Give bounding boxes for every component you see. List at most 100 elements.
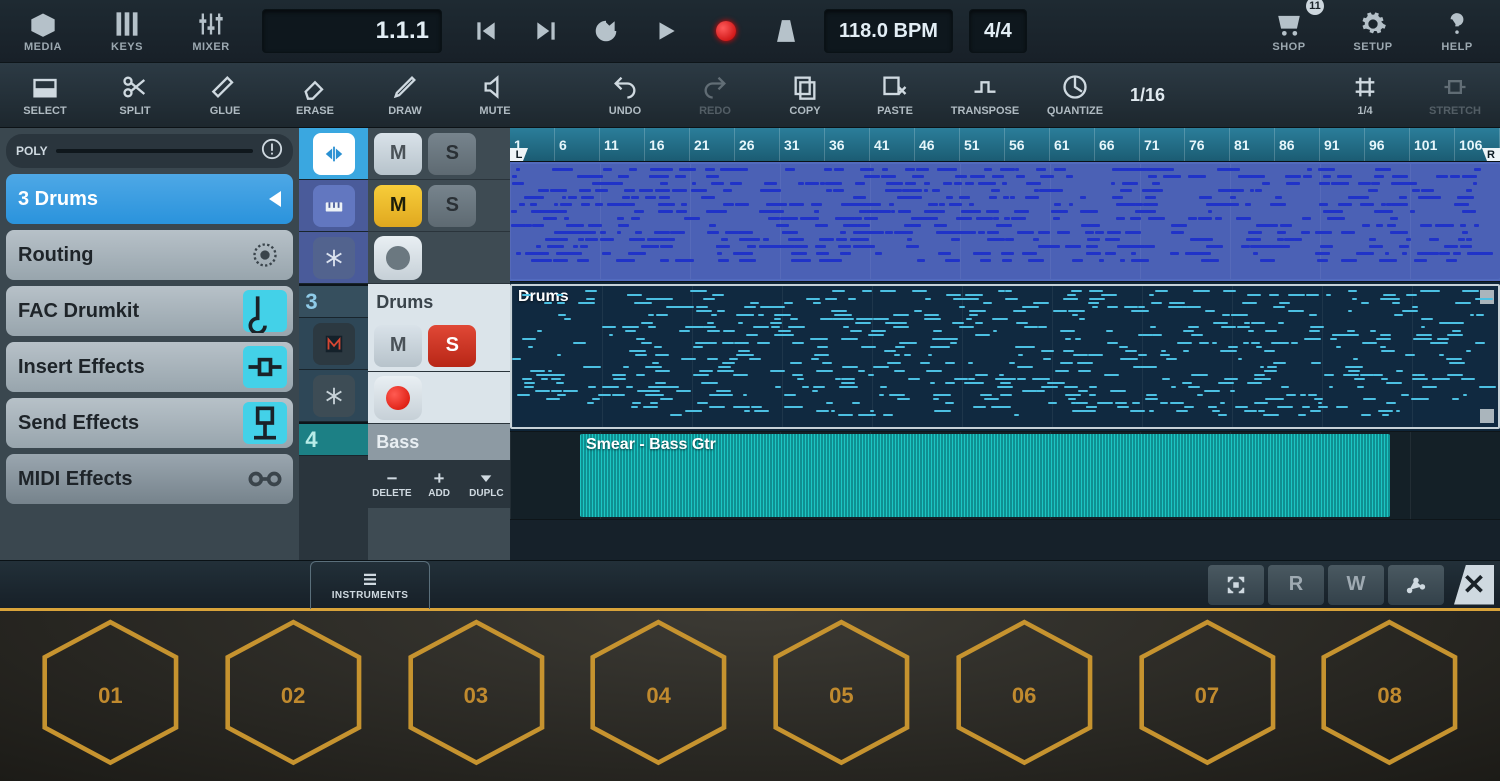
instruments-tab[interactable]: INSTRUMENTS <box>310 561 430 609</box>
track-2-clip[interactable] <box>510 164 1500 279</box>
send-fx-row[interactable]: Send Effects <box>6 398 293 448</box>
erase-tool[interactable]: ERASE <box>270 63 360 127</box>
draw-tool[interactable]: DRAW <box>360 63 450 127</box>
delete-track-button[interactable]: DELETE <box>368 460 415 508</box>
ruler-tick[interactable]: 16 <box>645 128 690 161</box>
paste-button[interactable]: PASTE <box>850 63 940 127</box>
setup-button[interactable]: SETUP <box>1334 1 1412 61</box>
track-4-clip[interactable]: Smear - Bass Gtr <box>580 434 1390 517</box>
go-to-end-button[interactable] <box>518 7 574 55</box>
ruler-tick[interactable]: 31 <box>780 128 825 161</box>
drum-pad-08[interactable]: 08 <box>1313 616 1466 776</box>
master-mute-button[interactable]: M <box>374 133 422 175</box>
close-panel-button[interactable]: ✕ <box>1454 565 1494 605</box>
time-display[interactable]: 1.1.1 <box>262 9 442 53</box>
timeline[interactable]: L R 161116212631364146515661667176818691… <box>510 128 1500 560</box>
ruler-tick[interactable]: 81 <box>1230 128 1275 161</box>
drum-pad-07[interactable]: 07 <box>1131 616 1284 776</box>
ruler-tick[interactable]: 71 <box>1140 128 1185 161</box>
track-3-name-row[interactable]: Drums <box>368 284 510 320</box>
record-button[interactable] <box>698 7 754 55</box>
fullscreen-button[interactable] <box>1208 565 1264 605</box>
track-3-instr-icon[interactable] <box>299 318 368 370</box>
snap-grid-button[interactable]: 1/4 <box>1320 63 1410 127</box>
copy-button[interactable]: COPY <box>760 63 850 127</box>
ruler-tick[interactable]: 96 <box>1365 128 1410 161</box>
ruler-tick[interactable]: 76 <box>1185 128 1230 161</box>
help-button[interactable]: HELP <box>1418 1 1496 61</box>
media-button[interactable]: MEDIA <box>4 1 82 61</box>
warn-icon[interactable] <box>261 138 283 165</box>
duplicate-track-button[interactable]: DUPLC <box>463 460 510 508</box>
stretch-button[interactable]: STRETCH <box>1410 63 1500 127</box>
undo-button[interactable]: UNDO <box>580 63 670 127</box>
split-tool[interactable]: SPLIT <box>90 63 180 127</box>
instrument-row[interactable]: FAC Drumkit <box>6 286 293 336</box>
loop-button[interactable] <box>578 7 634 55</box>
redo-button[interactable]: REDO <box>670 63 760 127</box>
ruler-tick[interactable]: 101 <box>1410 128 1455 161</box>
insert-fx-row[interactable]: Insert Effects <box>6 342 293 392</box>
track-type-2b[interactable] <box>299 232 368 284</box>
automation-button[interactable] <box>1388 565 1444 605</box>
inspector-track-header[interactable]: 3 Drums <box>6 174 293 224</box>
ruler-tick[interactable]: 41 <box>870 128 915 161</box>
midi-fx-row[interactable]: MIDI Effects <box>6 454 293 504</box>
track-type-1[interactable] <box>299 128 368 180</box>
ruler-tick[interactable]: 36 <box>825 128 870 161</box>
drum-pad-01[interactable]: 01 <box>34 616 187 776</box>
keys-button[interactable]: KEYS <box>88 1 166 61</box>
ruler-tick[interactable]: 61 <box>1050 128 1095 161</box>
w-mode-button[interactable]: W <box>1328 565 1384 605</box>
r-mode-button[interactable]: R <box>1268 565 1324 605</box>
polyphony-row[interactable]: POLY <box>6 134 293 168</box>
mixer-button[interactable]: MIXER <box>172 1 250 61</box>
go-to-start-button[interactable] <box>458 7 514 55</box>
track-3-mute-button[interactable]: M <box>374 325 422 367</box>
timesig-display[interactable]: 4/4 <box>969 9 1027 53</box>
master-solo-button[interactable]: S <box>428 133 476 175</box>
track-type-2a[interactable] <box>299 180 368 232</box>
shop-button[interactable]: 11 SHOP <box>1250 1 1328 61</box>
transpose-button[interactable]: TRANSPOSE <box>940 63 1030 127</box>
ruler-tick[interactable]: 26 <box>735 128 780 161</box>
track-2-lane[interactable] <box>510 162 1500 282</box>
ruler-tick[interactable]: 46 <box>915 128 960 161</box>
bpm-display[interactable]: 118.0 BPM <box>824 9 953 53</box>
drum-pad-04[interactable]: 04 <box>582 616 735 776</box>
track-3-solo-button[interactable]: S <box>428 325 476 367</box>
ruler-tick[interactable]: 11 <box>600 128 645 161</box>
ruler-tick[interactable]: 91 <box>1320 128 1365 161</box>
add-track-button[interactable]: ADD <box>416 460 463 508</box>
ruler-tick[interactable]: 6 <box>555 128 600 161</box>
ruler-tick[interactable]: 51 <box>960 128 1005 161</box>
metronome-button[interactable] <box>758 7 814 55</box>
track-2-solo-button[interactable]: S <box>428 185 476 227</box>
track-3-freeze[interactable] <box>299 370 368 422</box>
track-3-lane[interactable]: Drums <box>510 282 1500 432</box>
track-4-number-cell[interactable]: 4 <box>299 424 368 456</box>
track-2-mute-button[interactable]: M <box>374 185 422 227</box>
routing-row[interactable]: Routing <box>6 230 293 280</box>
track-3-record-arm[interactable] <box>374 376 422 420</box>
timeline-ruler[interactable]: L R 161116212631364146515661667176818691… <box>510 128 1500 162</box>
drum-pad-05[interactable]: 05 <box>765 616 918 776</box>
ruler-tick[interactable]: 66 <box>1095 128 1140 161</box>
poly-slider[interactable] <box>56 149 254 153</box>
ruler-tick[interactable]: 56 <box>1005 128 1050 161</box>
track-2-record-arm[interactable] <box>374 236 422 280</box>
play-button[interactable] <box>638 7 694 55</box>
track-4-lane[interactable]: Smear - Bass Gtr <box>510 432 1500 520</box>
drum-pad-03[interactable]: 03 <box>400 616 553 776</box>
mute-tool[interactable]: MUTE <box>450 63 540 127</box>
quantize-button[interactable]: QUANTIZE <box>1030 63 1120 127</box>
quantize-grid-value[interactable]: 1/16 <box>1120 85 1175 106</box>
select-tool[interactable]: SELECT <box>0 63 90 127</box>
ruler-tick[interactable]: 21 <box>690 128 735 161</box>
drum-pad-06[interactable]: 06 <box>948 616 1101 776</box>
glue-tool[interactable]: GLUE <box>180 63 270 127</box>
drum-pad-02[interactable]: 02 <box>217 616 370 776</box>
track-3-number-cell[interactable]: 3 <box>299 286 368 318</box>
track-4-name-row[interactable]: Bass <box>368 424 510 460</box>
track-3-clip[interactable]: Drums <box>510 284 1500 429</box>
